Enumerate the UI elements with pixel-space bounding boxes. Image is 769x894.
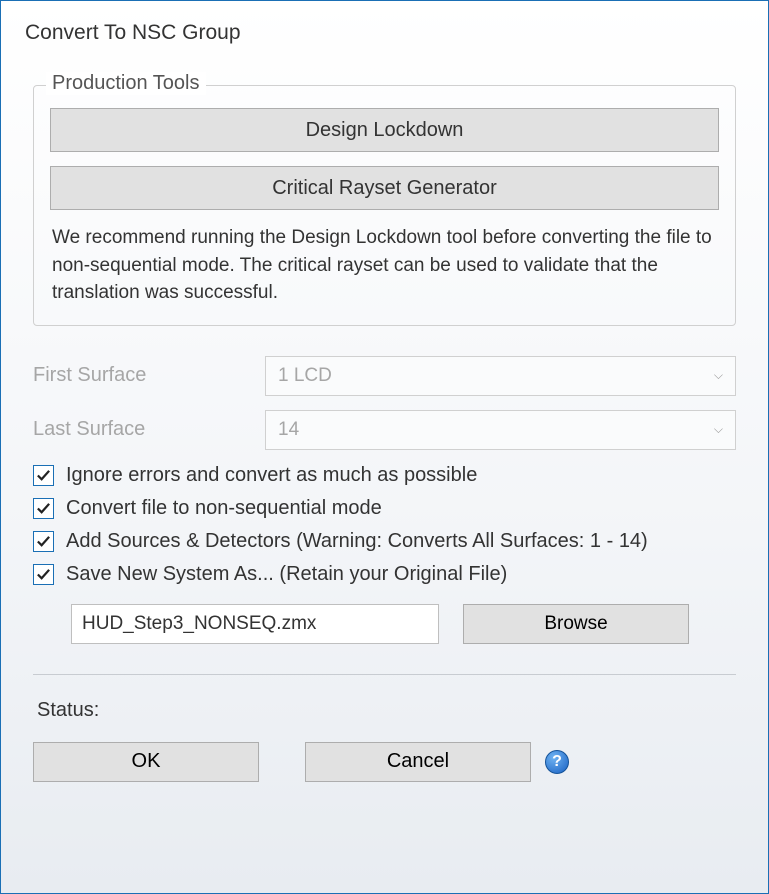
last-surface-label: Last Surface <box>33 418 265 441</box>
recommendation-text: We recommend running the Design Lockdown… <box>52 224 717 307</box>
production-tools-group: Production Tools Design Lockdown Critica… <box>33 85 736 326</box>
browse-button[interactable]: Browse <box>463 604 689 644</box>
first-surface-value: 1 LCD <box>278 365 332 387</box>
convert-nonseq-label: Convert file to non-sequential mode <box>66 497 382 520</box>
dialog-title: Convert To NSC Group <box>25 21 748 45</box>
footer: OK Cancel ? <box>33 742 736 782</box>
last-surface-value: 14 <box>278 419 299 441</box>
first-surface-select[interactable]: 1 LCD ⌵ <box>265 356 736 396</box>
save-as-checkbox[interactable] <box>33 564 54 585</box>
chevron-down-icon: ⌵ <box>714 422 723 437</box>
add-sources-checkbox[interactable] <box>33 531 54 552</box>
add-sources-label: Add Sources & Detectors (Warning: Conver… <box>66 530 648 553</box>
file-row: Browse <box>71 604 736 644</box>
status-label: Status: <box>37 699 748 722</box>
save-as-row: Save New System As... (Retain your Origi… <box>33 563 736 586</box>
check-icon <box>36 534 51 549</box>
ignore-errors-checkbox[interactable] <box>33 465 54 486</box>
help-icon[interactable]: ? <box>545 750 569 774</box>
critical-rayset-button[interactable]: Critical Rayset Generator <box>50 166 719 210</box>
check-icon <box>36 501 51 516</box>
form-area: First Surface 1 LCD ⌵ Last Surface 14 ⌵ … <box>33 356 736 644</box>
save-as-label: Save New System As... (Retain your Origi… <box>66 563 507 586</box>
convert-nonseq-row: Convert file to non-sequential mode <box>33 497 736 520</box>
ignore-errors-row: Ignore errors and convert as much as pos… <box>33 464 736 487</box>
first-surface-row: First Surface 1 LCD ⌵ <box>33 356 736 396</box>
convert-nonseq-checkbox[interactable] <box>33 498 54 519</box>
ignore-errors-label: Ignore errors and convert as much as pos… <box>66 464 477 487</box>
divider <box>33 674 736 675</box>
chevron-down-icon: ⌵ <box>714 368 723 383</box>
first-surface-label: First Surface <box>33 364 265 387</box>
production-tools-legend: Production Tools <box>46 72 206 95</box>
last-surface-select[interactable]: 14 ⌵ <box>265 410 736 450</box>
ok-button[interactable]: OK <box>33 742 259 782</box>
check-icon <box>36 567 51 582</box>
last-surface-row: Last Surface 14 ⌵ <box>33 410 736 450</box>
filename-input[interactable] <box>71 604 439 644</box>
design-lockdown-button[interactable]: Design Lockdown <box>50 108 719 152</box>
cancel-button[interactable]: Cancel <box>305 742 531 782</box>
check-icon <box>36 468 51 483</box>
dialog-window: Convert To NSC Group Production Tools De… <box>0 0 769 894</box>
add-sources-row: Add Sources & Detectors (Warning: Conver… <box>33 530 736 553</box>
